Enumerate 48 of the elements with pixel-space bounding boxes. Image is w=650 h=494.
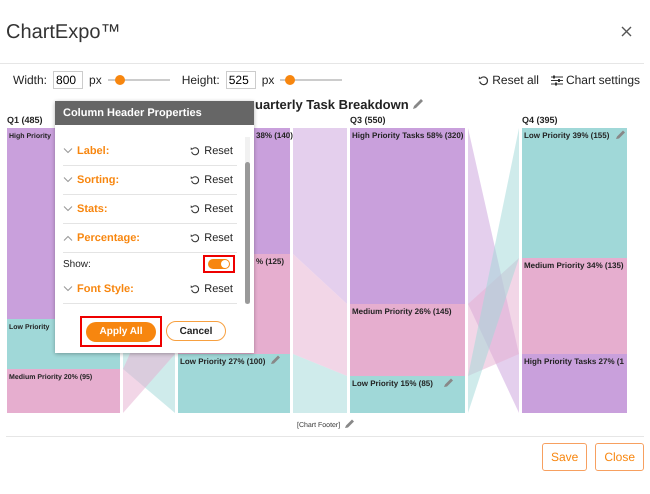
column-header[interactable]: Q3 (550): [350, 115, 386, 125]
unit-label: px: [262, 73, 274, 87]
sliders-icon[interactable]: [550, 74, 563, 86]
app-title: ChartExpo™: [6, 21, 120, 44]
node-label: High Priority Tasks 27% (1: [524, 357, 624, 366]
height-label: Height:: [182, 73, 220, 87]
column-header[interactable]: Q1 (485): [7, 115, 43, 125]
cancel-button[interactable]: Cancel: [166, 321, 226, 342]
node-label: Low Priority 27% (100): [180, 357, 266, 366]
unit-label: px: [89, 73, 102, 87]
height-input[interactable]: 525: [226, 71, 256, 89]
reset-link[interactable]: Reset: [204, 283, 233, 295]
reset-icon[interactable]: [190, 204, 200, 214]
close-icon[interactable]: [621, 26, 632, 37]
chevron-icon[interactable]: [63, 286, 73, 292]
chart-settings-link[interactable]: Chart settings: [566, 73, 640, 87]
reset-icon[interactable]: [190, 284, 200, 294]
chevron-icon[interactable]: [63, 235, 73, 241]
reset-icon[interactable]: [190, 146, 200, 156]
chart-title: uarterly Task Breakdown: [255, 97, 409, 112]
dialog-title: Column Header Properties: [55, 101, 254, 125]
reset-link[interactable]: Reset: [204, 145, 233, 157]
node-label: Low Priority 15% (85): [352, 379, 433, 388]
option-label: Show:: [63, 258, 91, 270]
reset-link[interactable]: Reset: [204, 232, 233, 244]
pencil-icon[interactable]: [345, 420, 354, 428]
node-label: Low Priority 39% (155): [524, 131, 610, 140]
node-label: Medium Priority 34% (135): [524, 261, 624, 270]
pencil-icon[interactable]: [413, 99, 423, 109]
width-label: Width:: [13, 73, 48, 87]
node-label: High Priority Tasks 58% (320): [352, 131, 464, 140]
width-input[interactable]: 800: [53, 71, 84, 89]
reset-link[interactable]: Reset: [204, 203, 233, 215]
pencil-icon[interactable]: [616, 130, 625, 139]
reset-icon[interactable]: [190, 233, 200, 243]
node-label: % (125): [256, 257, 284, 266]
pencil-icon[interactable]: [444, 378, 453, 387]
chevron-icon[interactable]: [63, 148, 73, 154]
node-label: Medium Priority 26% (145): [352, 307, 452, 316]
column-header[interactable]: Q4 (395): [522, 115, 558, 125]
reset-link[interactable]: Reset: [204, 174, 233, 186]
node-label: 38% (140): [256, 131, 293, 140]
chevron-icon[interactable]: [63, 206, 73, 212]
chevron-icon[interactable]: [63, 177, 73, 183]
reset-icon[interactable]: [478, 74, 490, 86]
toggle-switch[interactable]: [208, 259, 230, 269]
reset-all-link[interactable]: Reset all: [492, 73, 539, 87]
reset-icon[interactable]: [190, 175, 200, 185]
